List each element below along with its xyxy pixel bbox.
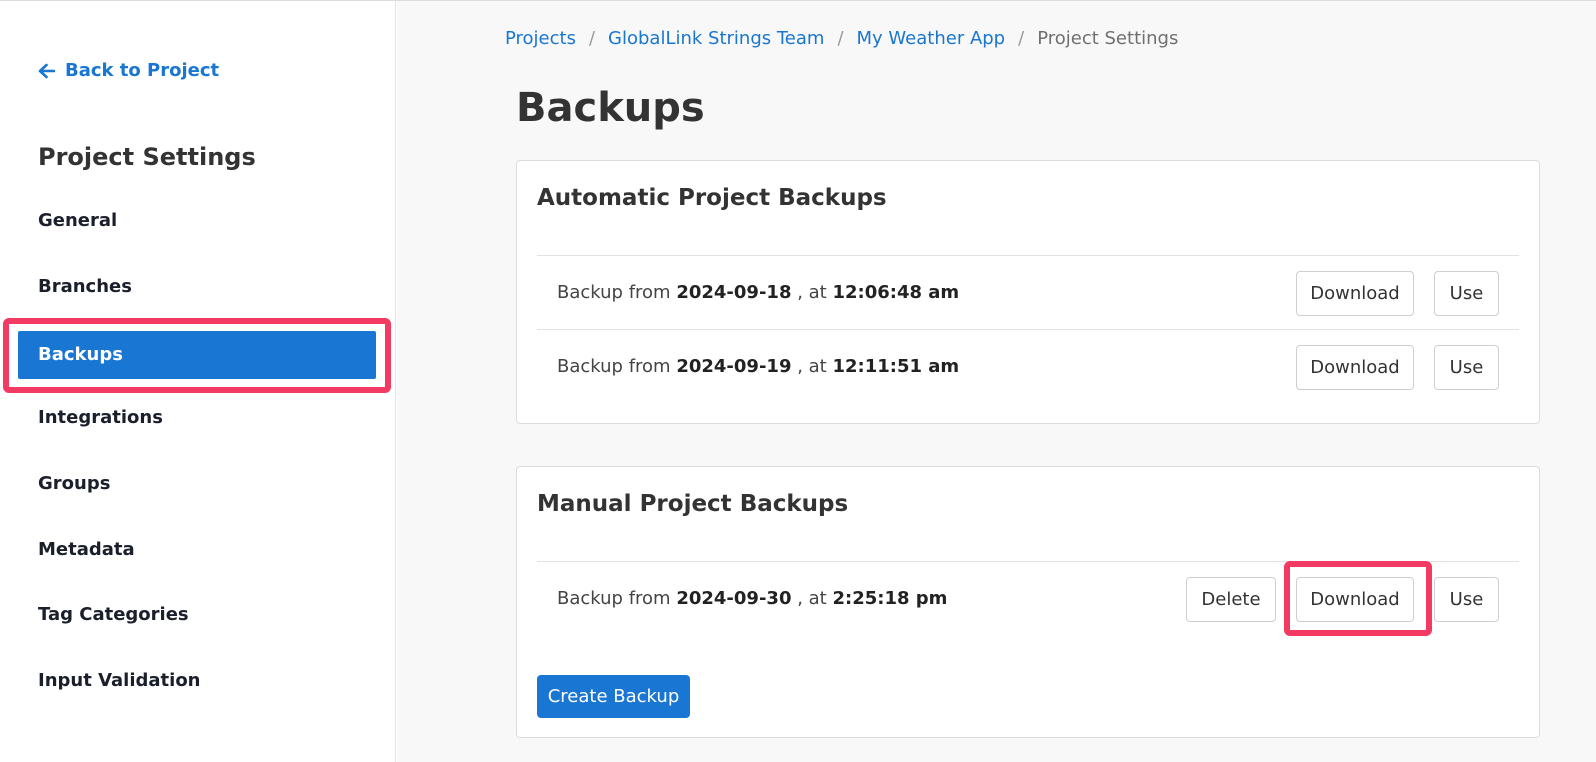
manual-backups-list: Backup from 2024-09-30 , at 2:25:18 pm D… (537, 561, 1519, 636)
sidebar-item-metadata[interactable]: Metadata (38, 539, 135, 560)
backup-row: Backup from 2024-09-19 , at 12:11:51 am … (537, 330, 1519, 404)
backup-date: 2024-09-19 (676, 356, 792, 377)
delete-button[interactable]: Delete (1186, 577, 1276, 622)
backup-row-text: Backup from 2024-09-18 , at 12:06:48 am (557, 256, 959, 330)
page-title: Backups (516, 85, 705, 131)
arrow-left-icon (38, 63, 55, 78)
sidebar-item-backups[interactable]: Backups (18, 331, 376, 379)
backup-row-text: Backup from 2024-09-30 , at 2:25:18 pm (557, 562, 947, 636)
breadcrumb-current: Project Settings (1037, 28, 1179, 49)
backup-time: 2:25:18 pm (832, 588, 948, 609)
use-button[interactable]: Use (1434, 577, 1499, 622)
sidebar-item-tag-categories[interactable]: Tag Categories (38, 604, 189, 625)
sidebar: Back to Project Project Settings General… (0, 1, 396, 762)
breadcrumb-project[interactable]: My Weather App (857, 28, 1006, 49)
back-to-project-label: Back to Project (65, 60, 220, 81)
sidebar-title: Project Settings (38, 143, 256, 171)
download-button[interactable]: Download (1296, 345, 1414, 390)
backup-date: 2024-09-30 (676, 588, 792, 609)
breadcrumb-separator: / (588, 28, 596, 49)
backup-row: Backup from 2024-09-18 , at 12:06:48 am … (537, 256, 1519, 330)
backup-time: 12:06:48 am (832, 282, 960, 303)
backup-label: Backup from (557, 282, 671, 303)
automatic-backups-list: Backup from 2024-09-18 , at 12:06:48 am … (537, 255, 1519, 404)
backup-at-label: , at (797, 356, 827, 377)
backup-row: Backup from 2024-09-30 , at 2:25:18 pm D… (537, 562, 1519, 636)
sidebar-item-input-validation[interactable]: Input Validation (38, 670, 201, 691)
back-to-project-link[interactable]: Back to Project (38, 60, 219, 81)
backup-at-label: , at (797, 588, 827, 609)
breadcrumb-team[interactable]: GlobalLink Strings Team (608, 28, 824, 49)
backup-date: 2024-09-18 (676, 282, 792, 303)
automatic-backups-card: Automatic Project Backups Backup from 20… (516, 160, 1540, 424)
sidebar-item-integrations[interactable]: Integrations (38, 407, 163, 428)
backup-label: Backup from (557, 588, 671, 609)
backup-row-text: Backup from 2024-09-19 , at 12:11:51 am (557, 330, 959, 404)
download-button[interactable]: Download (1296, 271, 1414, 316)
use-button[interactable]: Use (1434, 271, 1499, 316)
breadcrumb: Projects / GlobalLink Strings Team / My … (505, 28, 1178, 49)
app-window: Back to Project Project Settings General… (0, 0, 1596, 762)
breadcrumb-separator: / (837, 28, 844, 49)
breadcrumb-separator: / (1018, 28, 1025, 49)
create-backup-button[interactable]: Create Backup (537, 675, 690, 718)
sidebar-item-branches[interactable]: Branches (38, 276, 132, 297)
backup-label: Backup from (557, 356, 671, 377)
use-button[interactable]: Use (1434, 345, 1499, 390)
breadcrumb-projects[interactable]: Projects (505, 28, 576, 49)
backup-at-label: , at (797, 282, 827, 303)
sidebar-item-general[interactable]: General (38, 210, 117, 231)
sidebar-item-groups[interactable]: Groups (38, 473, 110, 494)
manual-backups-card: Manual Project Backups Backup from 2024-… (516, 466, 1540, 738)
backup-time: 12:11:51 am (832, 356, 960, 377)
download-button[interactable]: Download (1296, 577, 1414, 622)
main-content: Projects / GlobalLink Strings Team / My … (397, 1, 1596, 762)
automatic-backups-title: Automatic Project Backups (537, 185, 887, 211)
manual-backups-title: Manual Project Backups (537, 491, 849, 517)
